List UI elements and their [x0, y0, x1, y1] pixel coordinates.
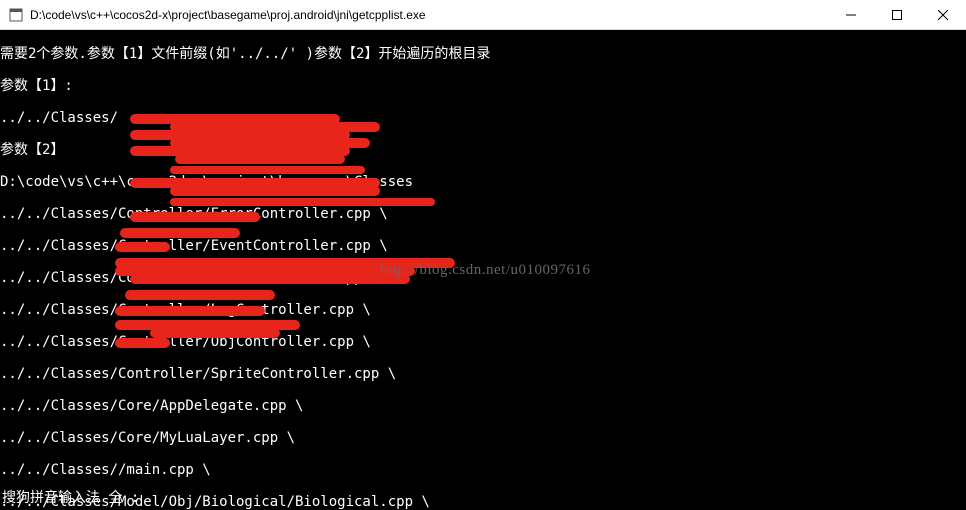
- redaction-mark: [175, 154, 345, 164]
- ime-status: 搜狗拼音输入法 全 :: [0, 490, 139, 510]
- console-line: ../../Classes/Core/AppDelegate.cpp \: [0, 398, 966, 414]
- redaction-mark: [130, 274, 410, 284]
- console-output: 需要2个参数.参数【1】文件前缀(如'../../' )参数【2】开始遍历的根目…: [0, 30, 966, 510]
- minimize-button[interactable]: [828, 0, 874, 29]
- redaction-mark: [115, 338, 170, 348]
- console-line: 需要2个参数.参数【1】文件前缀(如'../../' )参数【2】开始遍历的根目…: [0, 46, 966, 62]
- close-button[interactable]: [920, 0, 966, 29]
- maximize-button[interactable]: [874, 0, 920, 29]
- console-line: 参数【1】:: [0, 78, 966, 94]
- console-line: ../../Classes/Core/MyLuaLayer.cpp \: [0, 430, 966, 446]
- window-title: D:\code\vs\c++\cocos2d-x\project\basegam…: [30, 8, 828, 22]
- app-icon: [8, 7, 24, 23]
- console-line: ../../Classes//main.cpp \: [0, 462, 966, 478]
- window-controls: [828, 0, 966, 29]
- watermark-text: http://blog.csdn.net/u010097616: [380, 262, 591, 278]
- redaction-mark: [115, 306, 265, 316]
- redaction-mark: [120, 228, 240, 238]
- console-line: ../../Classes/Controller/SpriteControlle…: [0, 366, 966, 382]
- redaction-mark: [170, 198, 435, 206]
- redaction-mark: [115, 242, 170, 252]
- redaction-mark: [170, 186, 380, 196]
- redaction-mark: [125, 290, 275, 300]
- redaction-mark: [170, 166, 365, 174]
- redaction-mark: [130, 212, 260, 222]
- redaction-mark: [150, 328, 280, 338]
- titlebar: D:\code\vs\c++\cocos2d-x\project\basegam…: [0, 0, 966, 30]
- console-line: ../../Classes/Model/Obj/Biological/Biolo…: [0, 494, 966, 510]
